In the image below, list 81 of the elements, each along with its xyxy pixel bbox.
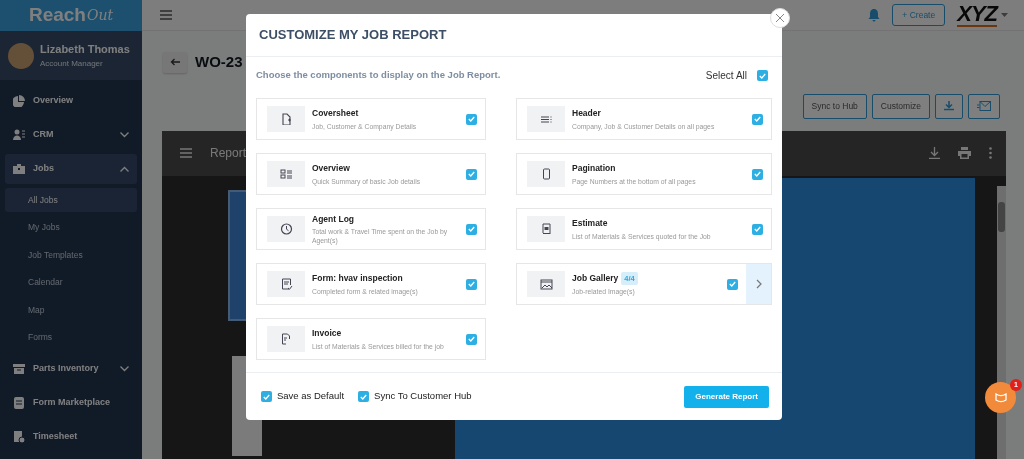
download-icon bbox=[944, 101, 954, 111]
component-title: Overview bbox=[312, 161, 350, 175]
checkbox[interactable] bbox=[466, 278, 477, 290]
expand-button[interactable] bbox=[746, 264, 771, 304]
page-title: WO-23 bbox=[195, 52, 243, 72]
menu-item-icon bbox=[13, 430, 25, 443]
sidebar-subitem[interactable]: Calendar bbox=[5, 269, 137, 297]
sidebar-item[interactable]: Overview bbox=[5, 84, 137, 118]
checkbox[interactable] bbox=[466, 113, 477, 125]
component-title: Header bbox=[572, 106, 601, 120]
select-all-label: Select All bbox=[705, 69, 747, 83]
component-title: Form: hvav inspection bbox=[312, 271, 403, 285]
sidebar-subitem[interactable]: Map bbox=[5, 296, 137, 324]
dialog-title: CUSTOMIZE MY JOB REPORT bbox=[259, 26, 447, 45]
component-title: Coversheet bbox=[312, 106, 359, 120]
component-title: Agent Log bbox=[312, 212, 355, 226]
toolbar-button[interactable]: Customize bbox=[871, 93, 930, 119]
sidebar-subitem[interactable]: Forms bbox=[5, 324, 137, 352]
checkbox[interactable] bbox=[757, 70, 768, 81]
checkbox[interactable] bbox=[466, 223, 477, 235]
brand-logo[interactable]: XYZ bbox=[957, 3, 997, 27]
download-icon[interactable] bbox=[929, 147, 940, 159]
menu-item-icon bbox=[13, 95, 25, 107]
user-role: Account Manager bbox=[40, 57, 104, 70]
option-label: Save as Default bbox=[277, 389, 345, 404]
back-arrow-icon bbox=[170, 58, 180, 67]
email-icon bbox=[977, 101, 991, 111]
back-button[interactable] bbox=[163, 51, 187, 73]
list-icon bbox=[539, 113, 553, 125]
menu-item-icon bbox=[13, 396, 25, 409]
avatar bbox=[8, 42, 34, 69]
more-icon[interactable] bbox=[989, 147, 992, 159]
grid-list-icon bbox=[279, 168, 293, 180]
checkbox[interactable] bbox=[466, 333, 477, 345]
checkbox[interactable] bbox=[752, 113, 763, 125]
sidebar-item[interactable]: Form Marketplace bbox=[5, 385, 137, 420]
dialog-subtitle: Choose the components to display on the Job Report. bbox=[256, 68, 501, 83]
logo-accent-text: Out bbox=[86, 6, 114, 25]
menu-item-icon bbox=[13, 129, 25, 141]
sidebar-item[interactable]: CRM bbox=[5, 118, 137, 152]
sidebar-item[interactable]: Timesheet bbox=[5, 419, 137, 454]
logo-text: Reach bbox=[28, 3, 86, 28]
invoice-icon bbox=[279, 333, 293, 345]
option-label: Sync To Customer Hub bbox=[374, 389, 472, 404]
user-name: Lizabeth Thomas bbox=[40, 42, 130, 58]
viewer-title: Report bbox=[210, 145, 247, 162]
component-title: Pagination bbox=[572, 161, 616, 175]
component-title: Invoice bbox=[312, 326, 342, 340]
menu-icon[interactable] bbox=[160, 10, 172, 20]
component-title: Job Gallery bbox=[572, 271, 619, 285]
menu-item-icon bbox=[13, 163, 25, 175]
component-title: Estimate bbox=[572, 216, 608, 230]
checkbox[interactable] bbox=[727, 278, 738, 290]
sidebar-subitem[interactable]: My Jobs bbox=[5, 214, 137, 242]
sidebar-subitem[interactable]: Job Templates bbox=[5, 241, 137, 269]
toolbar-button[interactable]: Sync to Hub bbox=[802, 93, 867, 119]
checkbox[interactable] bbox=[752, 223, 763, 235]
checkbox[interactable] bbox=[466, 168, 477, 180]
sidebar-subitem[interactable]: All Jobs bbox=[5, 188, 137, 212]
menu-item-icon bbox=[13, 362, 25, 375]
scrollbar[interactable] bbox=[997, 185, 1006, 459]
document-icon bbox=[279, 113, 293, 125]
chevron-right-icon bbox=[755, 279, 762, 289]
sidebar-item[interactable]: Jobs bbox=[5, 154, 137, 184]
generate-report-button[interactable]: Generate Report bbox=[684, 385, 769, 408]
print-icon[interactable] bbox=[958, 147, 971, 159]
create-button[interactable]: + Create bbox=[892, 3, 946, 27]
email-button[interactable] bbox=[968, 93, 1000, 119]
chat-icon bbox=[994, 392, 1007, 403]
download-button[interactable] bbox=[935, 93, 963, 119]
bell-icon[interactable] bbox=[868, 8, 881, 22]
close-icon bbox=[776, 14, 784, 22]
receipt-icon bbox=[539, 223, 553, 235]
clock-icon bbox=[279, 223, 293, 235]
checkbox[interactable] bbox=[752, 168, 763, 180]
checkbox[interactable] bbox=[261, 391, 272, 402]
caret-icon[interactable] bbox=[1001, 13, 1008, 17]
image-icon bbox=[539, 278, 553, 290]
sidebar-item[interactable]: Parts Inventory bbox=[5, 351, 137, 386]
checkbox[interactable] bbox=[358, 391, 370, 402]
checklist-icon bbox=[279, 278, 293, 290]
